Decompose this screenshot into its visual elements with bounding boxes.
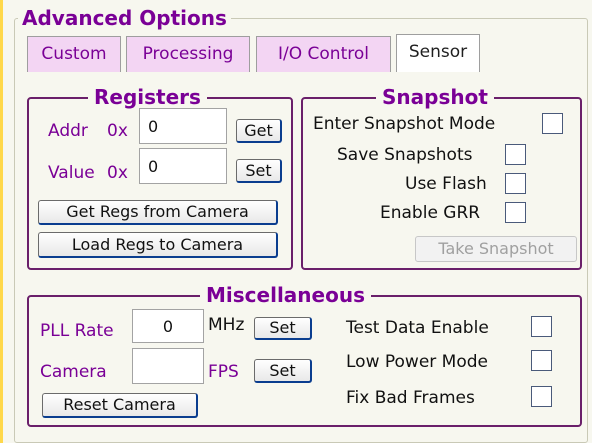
test-data-enable-label: Test Data Enable	[346, 318, 489, 338]
addr-input[interactable]	[139, 108, 227, 144]
advanced-options-title: Advanced Options	[18, 7, 231, 29]
camera-label: Camera	[40, 362, 107, 382]
pll-rate-input[interactable]	[132, 309, 204, 343]
load-regs-to-camera-button[interactable]: Load Regs to Camera	[38, 232, 278, 258]
pll-rate-set-button[interactable]: Set	[254, 317, 312, 340]
tab-processing[interactable]: Processing	[126, 36, 250, 72]
addr-label: Addr	[48, 121, 88, 141]
set-register-button[interactable]: Set	[236, 159, 282, 183]
low-power-mode-label: Low Power Mode	[346, 352, 489, 372]
miscellaneous-title: Miscellaneous	[200, 284, 371, 306]
take-snapshot-button[interactable]: Take Snapshot	[415, 236, 577, 262]
value-input[interactable]	[139, 148, 227, 184]
snapshot-title: Snapshot	[376, 86, 494, 108]
get-regs-from-camera-button[interactable]: Get Regs from Camera	[38, 200, 278, 225]
use-flash-label: Use Flash	[405, 174, 487, 194]
tab-custom[interactable]: Custom	[27, 36, 121, 72]
save-snapshots-label: Save Snapshots	[337, 145, 473, 165]
enter-snapshot-mode-label: Enter Snapshot Mode	[313, 114, 496, 134]
camera-fps-unit: FPS	[208, 362, 239, 382]
addr-prefix: 0x	[107, 121, 128, 141]
pll-rate-label: PLL Rate	[40, 321, 114, 341]
value-label: Value	[48, 163, 95, 183]
get-register-button[interactable]: Get	[236, 119, 282, 143]
fix-bad-frames-label: Fix Bad Frames	[346, 388, 475, 408]
enable-grr-checkbox[interactable]	[505, 202, 526, 223]
enable-grr-label: Enable GRR	[380, 203, 481, 223]
camera-fps-set-button[interactable]: Set	[254, 359, 312, 383]
tab-sensor[interactable]: Sensor	[396, 34, 480, 72]
enter-snapshot-mode-checkbox[interactable]	[542, 113, 563, 134]
tab-io-control[interactable]: I/O Control	[256, 36, 391, 72]
low-power-mode-checkbox[interactable]	[531, 350, 552, 371]
reset-camera-button[interactable]: Reset Camera	[42, 393, 198, 418]
left-accent-line	[0, 0, 3, 443]
registers-title: Registers	[88, 86, 207, 108]
value-prefix: 0x	[107, 163, 128, 183]
save-snapshots-checkbox[interactable]	[505, 144, 526, 165]
use-flash-checkbox[interactable]	[505, 173, 526, 194]
fix-bad-frames-checkbox[interactable]	[531, 386, 552, 407]
camera-fps-input[interactable]	[132, 348, 204, 384]
test-data-enable-checkbox[interactable]	[531, 316, 552, 337]
pll-rate-unit: MHz	[208, 315, 245, 335]
